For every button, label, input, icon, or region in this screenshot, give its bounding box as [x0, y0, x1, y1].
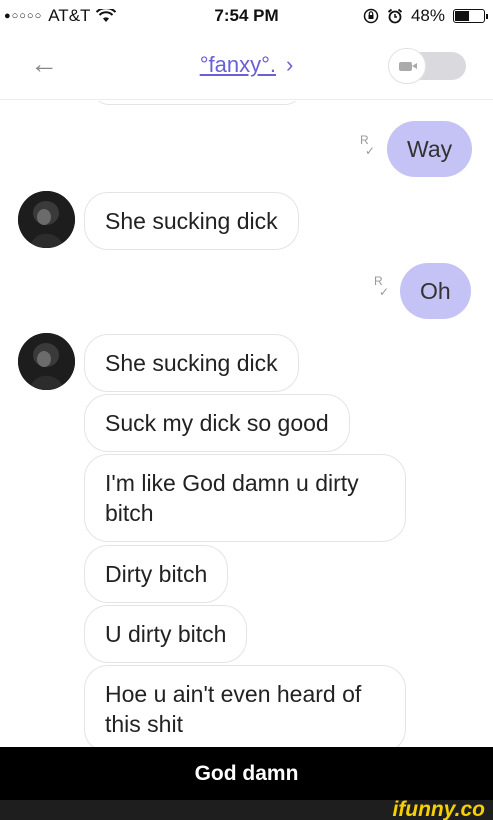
orientation-lock-icon — [363, 8, 379, 24]
battery-percent: 48% — [410, 6, 445, 25]
read-receipt-icon: R ✓ — [360, 133, 376, 158]
video-camera-icon — [398, 61, 417, 71]
message-list[interactable]: R ✓ Way She sucking dick R ✓ Oh She suckin… — [0, 101, 493, 747]
incoming-message: Suck my dick so good — [84, 394, 350, 452]
alarm-icon — [387, 8, 403, 24]
incoming-message: Dirty bitch — [84, 545, 229, 603]
watermark-bar: ifunny.co — [0, 798, 493, 820]
outgoing-message: Oh — [400, 263, 471, 319]
status-right: 48% — [363, 6, 488, 26]
meme-caption: God damn — [0, 747, 493, 800]
contact-avatar[interactable] — [18, 333, 75, 390]
incoming-message: Hoe u ain't even heard of this shit — [84, 665, 406, 747]
battery-icon — [453, 9, 488, 23]
read-receipt-icon: R ✓ — [374, 274, 390, 299]
incoming-message: I'm like God damn u dirty bitch — [84, 454, 406, 542]
toggle-knob[interactable] — [388, 48, 426, 84]
nav-bar: ← °fanxy°. › — [0, 32, 493, 100]
contact-name[interactable]: °fanxy°. — [200, 52, 276, 77]
incoming-message: She sucking dick — [84, 334, 299, 392]
chevron-right-icon: › — [285, 52, 294, 77]
previous-message-bubble — [92, 101, 302, 105]
incoming-message: U dirty bitch — [84, 605, 248, 663]
status-bar: ●○○○○ AT&T 7:54 PM 48% — [0, 0, 493, 32]
ifunny-watermark: ifunny.co — [392, 798, 485, 820]
outgoing-message: Way — [387, 121, 473, 177]
incoming-message: She sucking dick — [84, 192, 299, 250]
video-call-toggle[interactable] — [388, 48, 466, 84]
contact-avatar[interactable] — [18, 191, 75, 248]
battery-fill — [455, 11, 470, 21]
